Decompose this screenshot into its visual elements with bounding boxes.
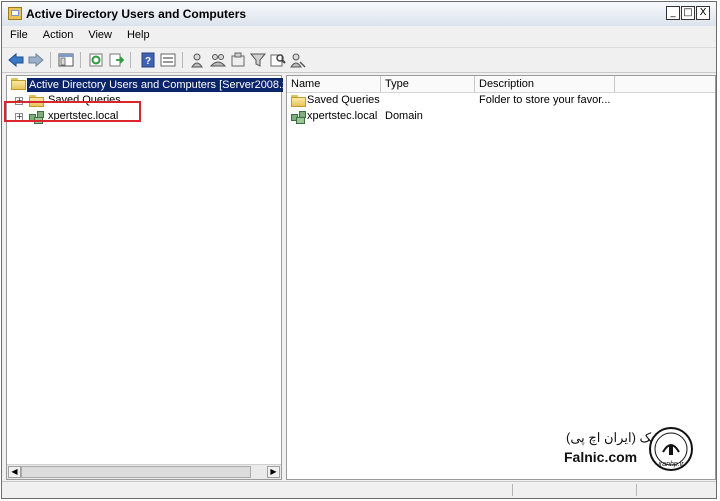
help-icon[interactable]: ? [140, 52, 156, 68]
scroll-left-icon[interactable]: ◀ [8, 466, 21, 478]
toolbar: ? [2, 47, 716, 73]
watermark-english-text: Falnic.com [564, 449, 638, 465]
column-name[interactable]: Name [287, 76, 381, 92]
tree-root-label: Active Directory Users and Computers [Se… [27, 78, 283, 92]
export-list-icon[interactable] [108, 52, 124, 68]
close-button[interactable]: X [696, 6, 710, 20]
menu-help[interactable]: Help [119, 26, 157, 41]
folder-icon [11, 78, 26, 90]
horizontal-scrollbar[interactable]: ◀ ▶ [7, 464, 281, 479]
find-icon[interactable] [270, 52, 286, 68]
falnic-watermark: فالنیک (ایران اچ پی) Falnic.com iranhp.i… [556, 424, 716, 474]
new-ou-icon[interactable] [230, 52, 246, 68]
status-pane [512, 484, 513, 496]
highlight-box [4, 101, 141, 122]
list-item-name: Saved Queries [307, 94, 380, 106]
add-to-group-icon[interactable] [290, 52, 306, 68]
maximize-button[interactable]: □ [681, 6, 695, 20]
column-description[interactable]: Description [475, 76, 615, 92]
refresh-icon[interactable] [88, 52, 104, 68]
console-tree[interactable]: Active Directory Users and Computers [Se… [6, 75, 283, 480]
watermark-badge-icon: iranhp.ir [649, 427, 693, 471]
column-header: Name Type Description [287, 76, 715, 93]
new-user-icon[interactable] [190, 52, 206, 68]
properties-icon[interactable] [160, 52, 176, 68]
column-type[interactable]: Type [381, 76, 475, 92]
back-arrow-icon[interactable] [8, 52, 24, 68]
minimize-button[interactable]: _ [666, 6, 680, 20]
window-title: Active Directory Users and Computers [26, 7, 247, 21]
show-hide-tree-icon[interactable] [58, 52, 74, 68]
list-item[interactable]: Saved Queries Folder to store your favor… [287, 93, 715, 109]
app-icon [8, 7, 22, 20]
domain-icon [291, 111, 307, 124]
menu-file[interactable]: File [2, 26, 35, 41]
list-item-name: xpertstec.local [307, 110, 378, 122]
title-bar[interactable]: Active Directory Users and Computers _ □… [2, 2, 716, 27]
filter-icon[interactable] [250, 52, 266, 68]
status-bar [2, 481, 716, 498]
list-item-type: Domain [385, 110, 423, 122]
details-pane[interactable]: Name Type Description Saved Queries Fold… [286, 75, 716, 480]
list-item-description: Folder to store your favor... [479, 94, 611, 106]
folder-icon [291, 95, 306, 107]
menu-action[interactable]: Action [35, 26, 81, 41]
menu-view[interactable]: View [80, 26, 119, 41]
svg-text:iranhp.ir: iranhp.ir [658, 461, 684, 468]
status-pane [636, 484, 637, 496]
window-controls: _ □ X [666, 6, 710, 20]
scroll-thumb[interactable] [21, 466, 251, 478]
forward-arrow-icon[interactable] [28, 52, 44, 68]
new-group-icon[interactable] [210, 52, 226, 68]
svg-text:?: ? [145, 56, 151, 67]
list-item[interactable]: xpertstec.local Domain [287, 109, 715, 125]
scroll-right-icon[interactable]: ▶ [267, 466, 280, 478]
menu-bar: File Action View Help [2, 26, 716, 46]
tree-root[interactable]: Active Directory Users and Computers [Se… [7, 76, 283, 92]
